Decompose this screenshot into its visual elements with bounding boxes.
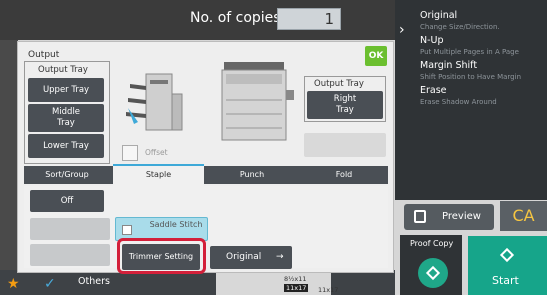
preview-icon (414, 210, 426, 223)
diamond-icon (425, 265, 441, 281)
function-item-erase[interactable]: Erase Erase Shadow Around (420, 85, 546, 108)
others-button[interactable]: Others (78, 276, 110, 287)
paper-status (216, 272, 331, 295)
staple-option-disabled (30, 218, 110, 240)
offset-label: Offset (145, 148, 168, 157)
function-list: Original Change Size/Direction. N-Up Put… (420, 10, 546, 110)
function-desc: Erase Shadow Around (420, 98, 497, 106)
ok-button[interactable]: OK (365, 46, 387, 66)
original-label: Original (226, 252, 262, 262)
start-label: Start (492, 274, 519, 287)
highlight-box (117, 238, 206, 274)
saddle-stitch-checkbox (122, 225, 132, 235)
upper-tray-button[interactable]: Upper Tray (28, 78, 104, 102)
proof-copy-label: Proof Copy (410, 239, 454, 248)
preview-button[interactable]: Preview (404, 204, 494, 230)
left-strip (0, 40, 18, 270)
copies-input[interactable]: 1 (277, 8, 341, 30)
function-title: Original (420, 10, 458, 21)
middle-tray-button[interactable]: Middle Tray (28, 104, 104, 132)
size-tag: 11x17 (318, 286, 339, 294)
function-item-margin-shift[interactable]: Margin Shift Shift Position to Have Marg… (420, 60, 546, 83)
function-item-original[interactable]: Original Change Size/Direction. (420, 10, 546, 33)
copier-machine-icon (221, 62, 294, 141)
proof-copy-button[interactable] (418, 258, 448, 288)
lower-tray-button[interactable]: Lower Tray (28, 134, 104, 158)
diamond-icon (499, 247, 515, 263)
saddle-stitch-label: Saddle Stitch (149, 220, 203, 229)
function-title: Erase (420, 85, 447, 96)
tab-fold[interactable]: Fold (300, 166, 388, 184)
function-desc: Put Multiple Pages in A Page (420, 48, 519, 56)
staple-option-disabled (30, 244, 110, 266)
size-tag: 11x17 (284, 284, 309, 292)
tab-sort-group[interactable]: Sort/Group (24, 166, 110, 184)
right-tray-button[interactable]: Right Tray (307, 91, 383, 119)
right-output-tray-label: Output Tray (314, 79, 364, 89)
copies-label: No. of copies (190, 10, 281, 26)
staple-off-button[interactable]: Off (30, 190, 104, 212)
tab-staple[interactable]: Staple (113, 164, 204, 186)
size-tag: 8½x11 (284, 275, 307, 283)
arrow-right-icon: → (276, 252, 284, 262)
check-icon[interactable]: ✓ (44, 276, 56, 292)
function-desc: Shift Position to Have Margin (420, 73, 522, 81)
original-button[interactable]: Original → (210, 246, 292, 269)
chevron-right-icon[interactable]: › (399, 22, 405, 38)
function-title: Margin Shift (420, 60, 478, 71)
function-desc: Change Size/Direction. (420, 23, 500, 31)
disabled-option-button (304, 133, 386, 157)
star-icon[interactable]: ★ (7, 276, 20, 292)
ca-button[interactable]: CA (500, 201, 547, 231)
tab-punch[interactable]: Punch (207, 166, 297, 184)
finisher-machine-icon (126, 73, 183, 131)
output-tray-label: Output Tray (38, 65, 88, 75)
function-title: N-Up (420, 35, 444, 46)
offset-checkbox[interactable] (122, 145, 138, 161)
function-item-n-up[interactable]: N-Up Put Multiple Pages in A Page (420, 35, 546, 58)
dialog-title: Output (28, 50, 60, 60)
preview-label: Preview (442, 211, 481, 222)
